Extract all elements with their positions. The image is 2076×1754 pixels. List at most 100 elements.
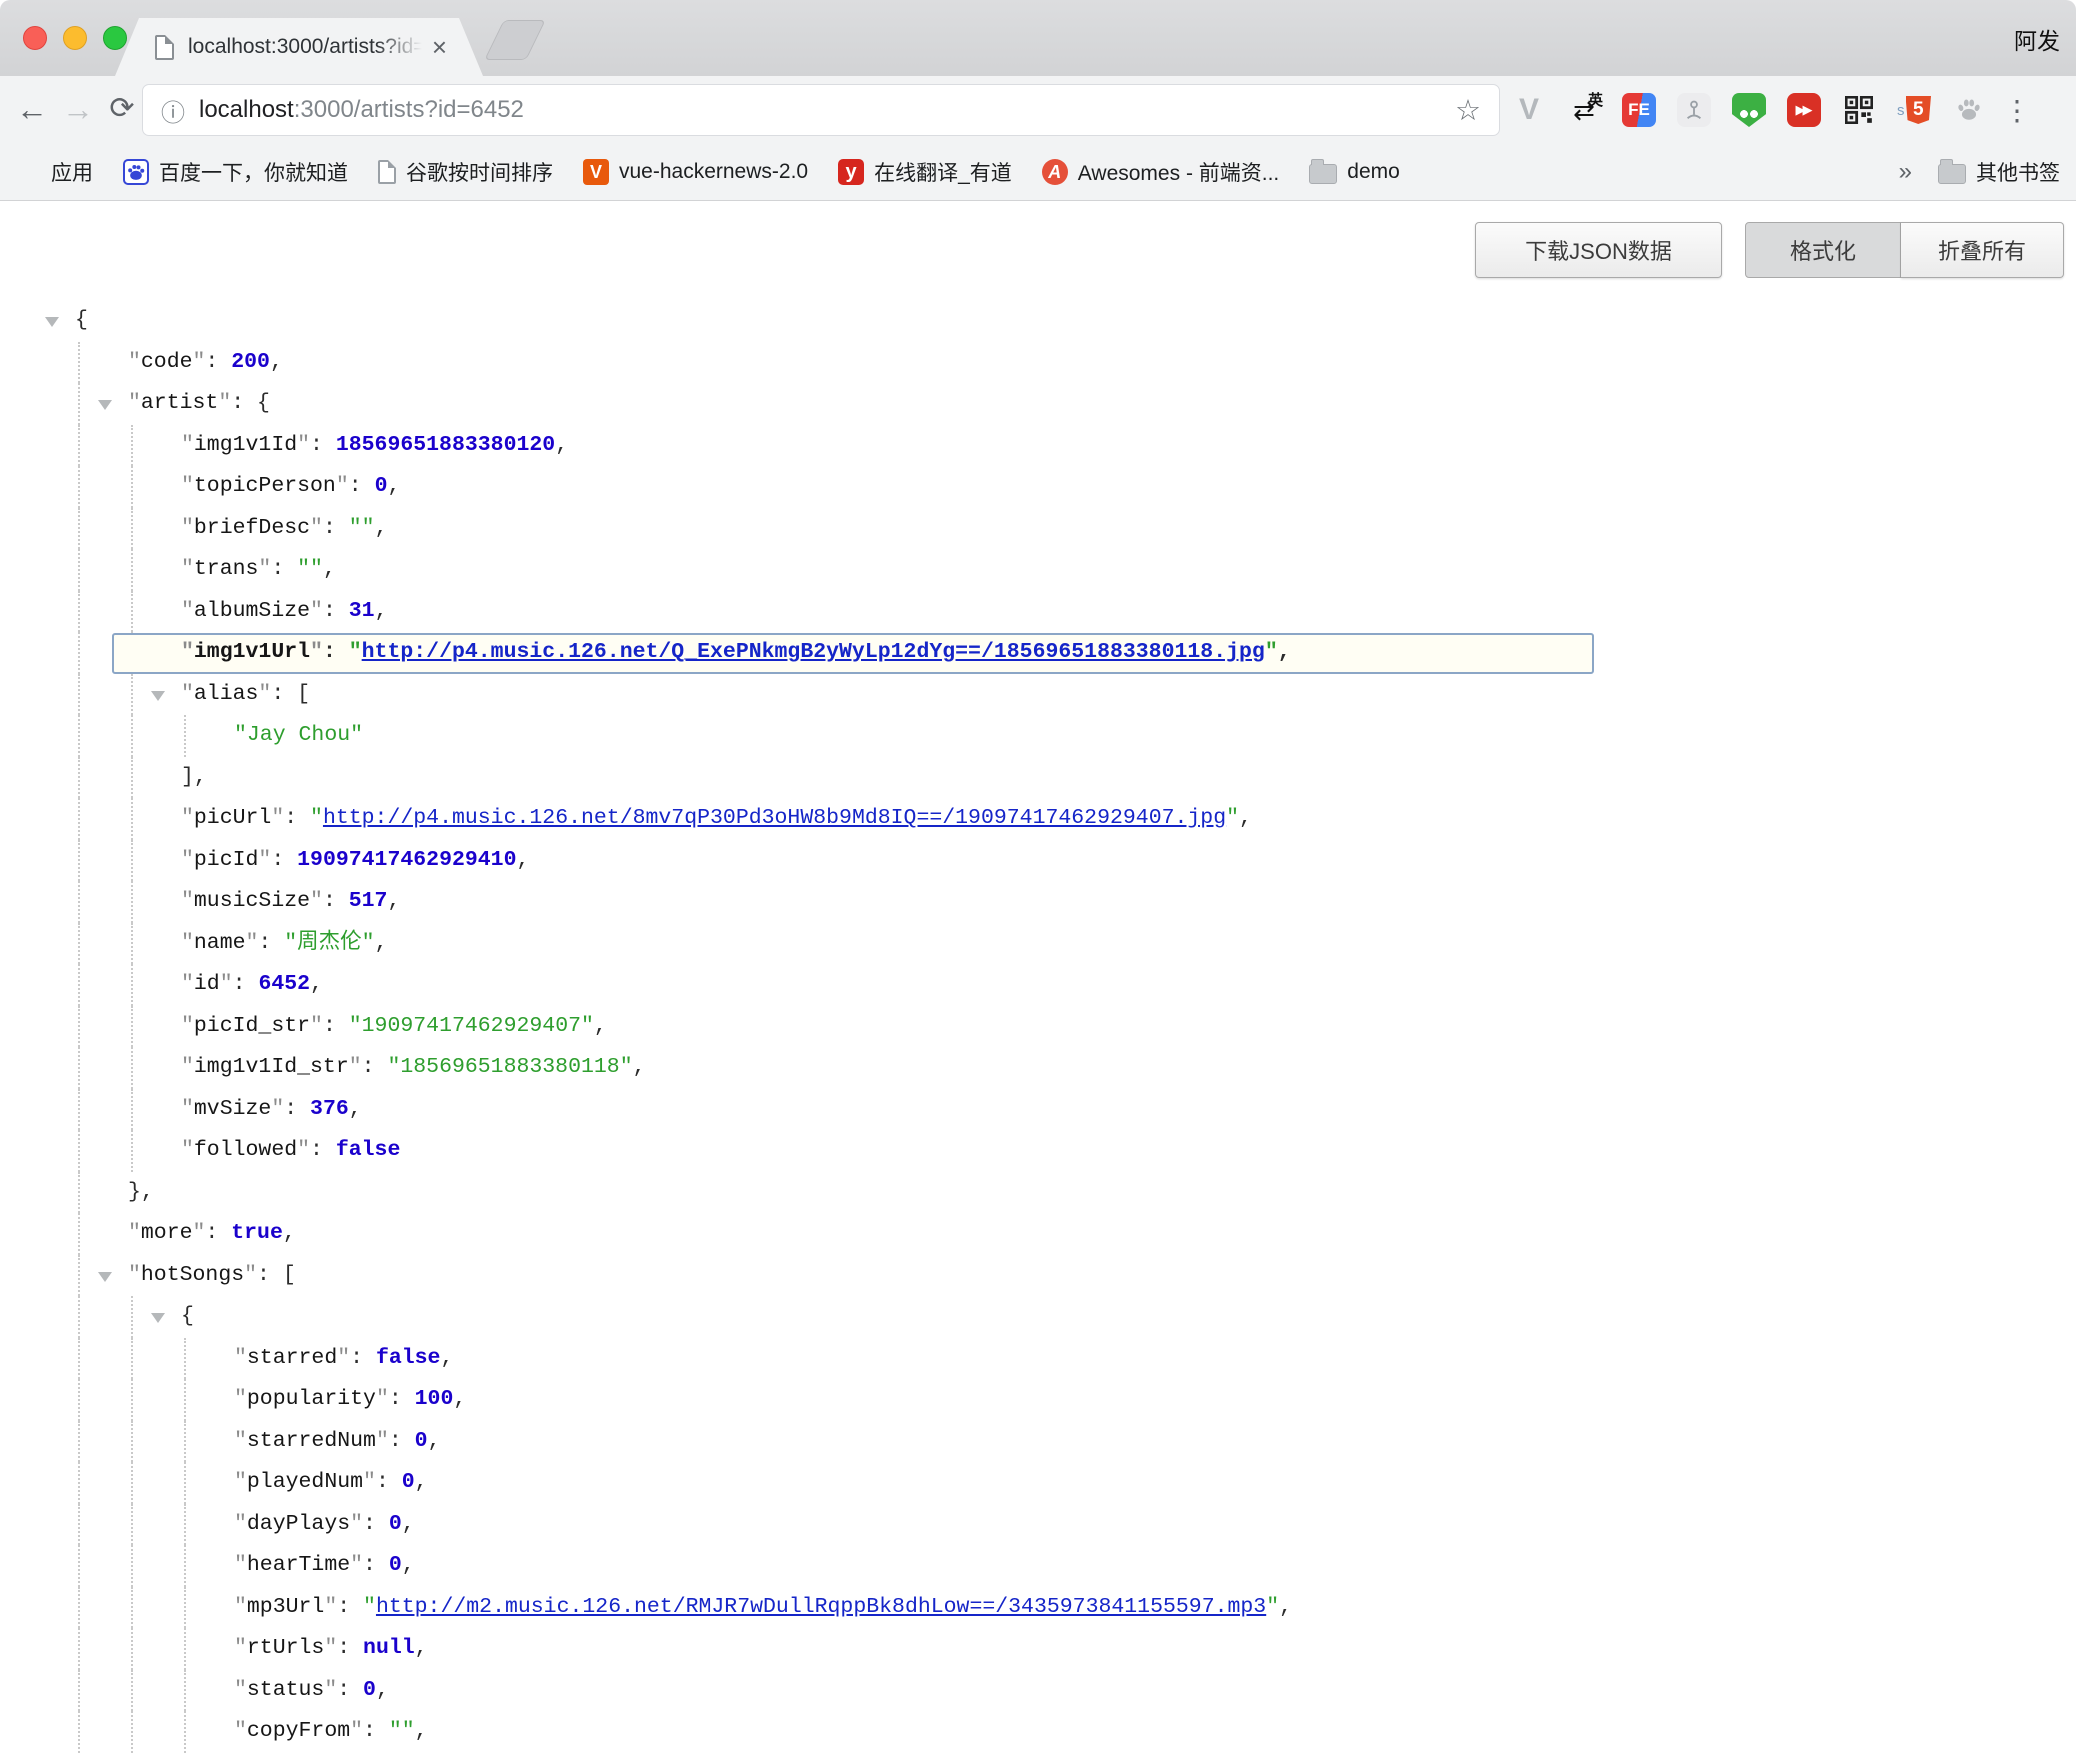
- other-bookmarks[interactable]: 其他书签: [1938, 157, 2060, 187]
- bookmarks-bar: 应用百度一下，你就知道谷歌按时间排序 Vvue-hackernews-2.0 y在线…: [0, 144, 2076, 201]
- indent-guide: [78, 964, 80, 1006]
- json-line: "dayPlays": 0,: [0, 1504, 2076, 1546]
- profile-name[interactable]: 阿发: [2014, 22, 2060, 56]
- json-value: 18569651883380118: [400, 1055, 619, 1079]
- json-token: ": [181, 889, 194, 913]
- indent-guide: [131, 591, 133, 633]
- json-token: ,: [1278, 640, 1291, 664]
- indent-guide: [78, 632, 80, 674]
- indent-guide: [184, 1338, 186, 1380]
- indent-guide: [184, 1462, 186, 1504]
- json-key: code: [141, 350, 193, 374]
- html5-icon[interactable]: s5: [1897, 93, 1931, 127]
- indent-guide: [78, 508, 80, 550]
- indent-guide: [131, 466, 133, 508]
- json-url-link[interactable]: http://p4.music.126.net/8mv7qP30Pd3oHW8b…: [323, 806, 1226, 830]
- json-token: ": [349, 516, 362, 540]
- bookmark-item[interactable]: AAwesomes - 前端资...: [1042, 157, 1280, 187]
- bookmark-label: 其他书签: [1976, 157, 2060, 187]
- minimize-window-icon[interactable]: [63, 26, 87, 50]
- json-key: img1v1Url: [194, 640, 310, 664]
- json-token: :: [233, 972, 259, 996]
- fe-icon[interactable]: FE: [1622, 93, 1656, 127]
- json-url-link[interactable]: http://p4.music.126.net/Q_ExePNkmgB2yWyL…: [362, 640, 1265, 664]
- back-button[interactable]: ←: [10, 87, 54, 131]
- indent-guide: [184, 1628, 186, 1670]
- json-token: :: [271, 557, 297, 581]
- json-line: "albumSize": 31,: [0, 591, 2076, 633]
- youdao-translate-icon[interactable]: ⇄英: [1567, 93, 1601, 127]
- collapse-toggle-icon[interactable]: [98, 400, 112, 410]
- bookmark-item[interactable]: demo: [1309, 160, 1400, 184]
- indent-guide: [131, 1670, 133, 1712]
- paw-icon[interactable]: [1952, 93, 1986, 127]
- qrcode-icon[interactable]: [1842, 93, 1876, 127]
- new-tab-button[interactable]: [484, 20, 546, 60]
- json-token: ": [389, 1719, 402, 1743]
- close-window-icon[interactable]: [23, 26, 47, 50]
- bookmarks-overflow-icon[interactable]: »: [1899, 158, 1912, 186]
- json-token: ,: [375, 931, 388, 955]
- json-token: ,: [453, 1387, 466, 1411]
- indent-guide: [78, 1421, 80, 1463]
- json-token: ": [363, 1470, 376, 1494]
- collapse-toggle-icon[interactable]: [151, 1313, 165, 1323]
- json-token: ": [181, 516, 194, 540]
- json-key: topicPerson: [194, 474, 336, 498]
- bookmark-item[interactable]: y在线翻译_有道: [838, 157, 1012, 187]
- vue-devtools-icon[interactable]: V: [1512, 93, 1546, 127]
- collapse-toggle-icon[interactable]: [45, 317, 59, 327]
- indent-guide: [78, 425, 80, 467]
- json-token: ": [337, 1346, 350, 1370]
- json-token: ": [234, 1387, 247, 1411]
- json-token: ,: [516, 848, 529, 872]
- reload-button[interactable]: ⟳: [100, 87, 144, 131]
- json-token: ": [234, 1429, 247, 1453]
- json-token: ": [181, 1097, 194, 1121]
- json-token: :: [205, 350, 231, 374]
- traffic-lights: [23, 26, 127, 50]
- json-url-link[interactable]: http://m2.music.126.net/RMJR7wDullRqppBk…: [376, 1595, 1266, 1619]
- json-value: 31: [349, 599, 375, 623]
- indent-guide: [131, 1462, 133, 1504]
- json-token: ": [128, 1221, 141, 1245]
- json-line: "trans": "",: [0, 549, 2076, 591]
- json-token: :: [323, 599, 349, 623]
- json-line: "img1v1Id_str": "18569651883380118",: [0, 1047, 2076, 1089]
- bookmark-item[interactable]: 百度一下，你就知道: [123, 157, 348, 187]
- json-key: popularity: [247, 1387, 376, 1411]
- json-token: :: [363, 1512, 389, 1536]
- json-token: ": [193, 1221, 206, 1245]
- sitemap-icon[interactable]: [1677, 93, 1711, 127]
- browser-tab[interactable]: localhost:3000/artists?id=645 ×: [115, 18, 483, 76]
- tampermonkey-icon[interactable]: [1732, 93, 1766, 127]
- json-token: :: [337, 1595, 363, 1619]
- indent-guide: [131, 1587, 133, 1629]
- json-token: [: [297, 682, 310, 706]
- bookmark-item[interactable]: 谷歌按时间排序: [378, 157, 553, 187]
- bookmark-label: Awesomes - 前端资...: [1078, 157, 1280, 187]
- json-key: mp3Url: [247, 1595, 324, 1619]
- json-token: ": [324, 1678, 337, 1702]
- tab-close-icon[interactable]: ×: [432, 34, 447, 60]
- bookmark-star-icon[interactable]: ☆: [1455, 93, 1481, 128]
- collapse-toggle-icon[interactable]: [98, 1272, 112, 1282]
- bookmark-item[interactable]: 应用: [16, 157, 93, 187]
- json-token: ": [234, 1636, 247, 1660]
- address-bar[interactable]: ⓘ localhost :3000/artists?id=6452 ☆: [142, 84, 1500, 136]
- json-value: 376: [310, 1097, 349, 1121]
- browser-menu-icon[interactable]: ⋮: [2007, 93, 2027, 127]
- page-info-icon[interactable]: ⓘ: [161, 93, 185, 128]
- indent-guide: [78, 1089, 80, 1131]
- json-value: true: [231, 1221, 283, 1245]
- json-line: "hearTime": 0,: [0, 1545, 2076, 1587]
- json-token: ,: [375, 599, 388, 623]
- json-value: 6452: [258, 972, 310, 996]
- json-line: "picId_str": "19097417462929407",: [0, 1006, 2076, 1048]
- fast-forward-icon[interactable]: ▶▶: [1787, 93, 1821, 127]
- bookmark-item[interactable]: Vvue-hackernews-2.0: [583, 159, 808, 185]
- maximize-window-icon[interactable]: [103, 26, 127, 50]
- json-key: img1v1Id_str: [194, 1055, 349, 1079]
- collapse-toggle-icon[interactable]: [151, 691, 165, 701]
- json-token: :: [376, 1470, 402, 1494]
